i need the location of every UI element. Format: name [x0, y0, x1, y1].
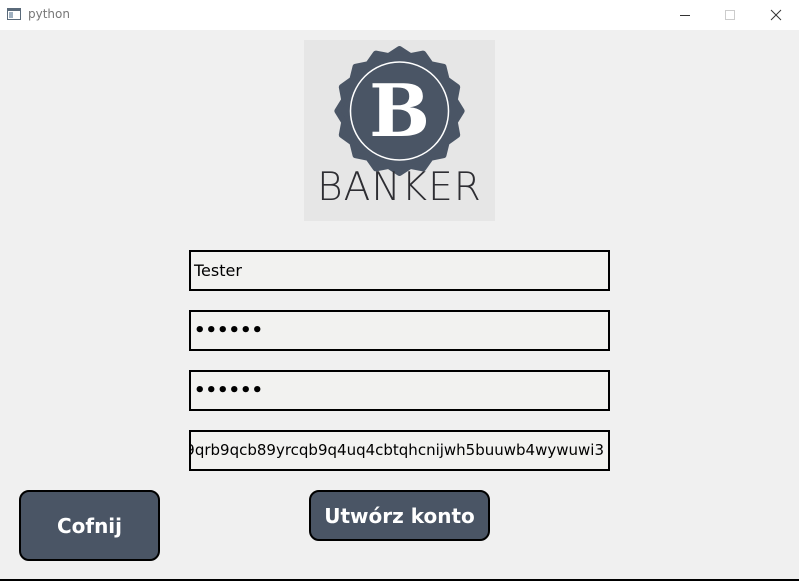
app-window-icon — [7, 8, 21, 20]
back-button-label: Cofnij — [56, 513, 123, 538]
back-button[interactable]: Cofnij — [19, 490, 160, 561]
minimize-button[interactable] — [662, 0, 708, 30]
token-value: 4rb9qrb9qcb89yrcqb9q4uq4cbtqhcnijwh5buuw… — [189, 441, 604, 459]
password-confirm-field[interactable]: •••••• — [189, 370, 610, 411]
create-account-button-label: Utwórz konto — [324, 503, 475, 528]
password-field[interactable]: •••••• — [189, 310, 610, 351]
banker-logo: B BANKER — [304, 40, 495, 221]
app-window: python B BANKER Tester •••••• •••••• 4rb… — [0, 0, 799, 581]
token-field[interactable]: 4rb9qrb9qcb89yrcqb9q4uq4cbtqhcnijwh5buuw… — [189, 430, 610, 471]
username-field[interactable]: Tester — [189, 250, 610, 291]
logo-wordmark: BANKER — [317, 165, 482, 210]
title-bar[interactable]: python — [0, 0, 799, 30]
maximize-button[interactable] — [707, 0, 753, 30]
close-icon — [770, 9, 782, 21]
username-value: Tester — [194, 261, 242, 280]
minimize-icon — [680, 15, 690, 16]
password-confirm-value: •••••• — [194, 380, 264, 401]
password-value: •••••• — [194, 320, 264, 341]
logo-letter: B — [369, 68, 430, 153]
create-account-button[interactable]: Utwórz konto — [309, 490, 490, 541]
close-button[interactable] — [753, 0, 799, 30]
maximize-icon — [725, 10, 735, 20]
window-title: python — [28, 7, 70, 21]
